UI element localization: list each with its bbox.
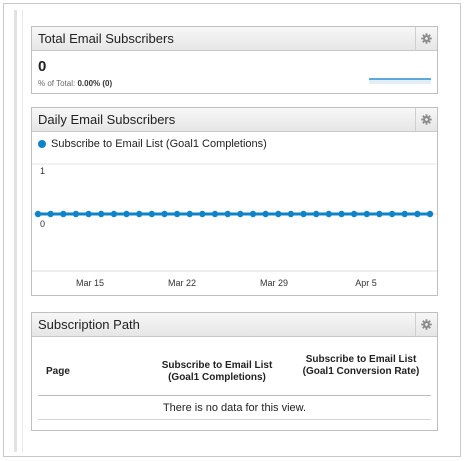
gear-icon [421,114,432,125]
data-point [300,210,307,218]
column-header-conversion-rate[interactable]: Subscribe to Email List (Goal1 Conversio… [296,354,426,378]
data-point [224,210,231,218]
left-divider-thin [22,10,23,452]
data-point [262,210,269,218]
data-point [199,210,206,218]
data-point [98,210,105,218]
total-subscribers-widget: Total Email Subscribers 0 % of Total: 0.… [31,26,438,94]
column-header-page[interactable]: Page [46,366,70,378]
empty-table-message: There is no data for this view. [38,397,431,420]
data-point [287,210,295,218]
y-tick-label: 0 [40,219,45,229]
line-chart: 1 0 Mar 15 Mar 22 Mar 29 Apr 5 [32,163,437,288]
data-point [34,210,42,218]
subscription-path-widget: Subscription Path Page Subscribe to Emai… [31,312,438,431]
percent-of-total: % of Total: 0.00% (0) [38,79,112,88]
widget-header: Total Email Subscribers [32,27,437,51]
data-point [123,210,130,218]
left-divider [14,10,17,452]
data-point [237,210,244,218]
data-point [363,210,370,218]
sparkline [369,78,431,84]
data-point [72,210,80,218]
data-point [414,210,421,218]
data-point [110,210,118,218]
data-point [60,210,67,218]
data-point [211,210,219,218]
widget-settings-button[interactable] [415,313,437,336]
x-tick-label: Apr 5 [355,278,377,288]
column-header-completions[interactable]: Subscribe to Email List (Goal1 Completio… [152,360,282,384]
x-tick-label: Mar 15 [76,278,104,288]
widget-settings-button[interactable] [415,108,437,131]
data-point [275,210,282,218]
data-point [136,210,143,218]
data-point [401,210,408,218]
data-point [426,210,434,218]
widget-header: Daily Email Subscribers [32,108,437,132]
table-header: Page Subscribe to Email List (Goal1 Comp… [38,351,431,396]
widget-title: Daily Email Subscribers [38,112,176,127]
widget-settings-button[interactable] [415,27,437,50]
percent-value: 0.00% (0) [77,79,113,88]
data-point [85,210,92,218]
y-tick-label: 1 [40,166,45,176]
data-point [313,210,320,218]
daily-subscribers-widget: Daily Email Subscribers Subscribe to Ema… [31,107,438,296]
widget-title: Total Email Subscribers [38,31,174,46]
data-point [161,210,168,218]
legend-marker [38,140,46,148]
percent-label: % of Total: [38,79,76,88]
data-point [376,210,383,218]
data-point [338,210,345,218]
data-point [388,210,396,218]
total-value: 0 [38,58,47,75]
data-point [148,210,155,218]
chart-legend[interactable]: Subscribe to Email List (Goal1 Completio… [38,138,267,150]
widget-header: Subscription Path [32,313,437,337]
data-point [173,210,181,218]
gear-icon [421,319,432,330]
widget-title: Subscription Path [38,317,140,332]
legend-label: Subscribe to Email List (Goal1 Completio… [51,138,267,150]
data-point [325,210,332,218]
data-point [249,210,257,218]
x-tick-label: Mar 29 [260,278,288,288]
gear-icon [421,33,432,44]
data-point [350,210,358,218]
x-tick-label: Mar 22 [168,278,196,288]
data-point [47,210,54,218]
data-point [186,210,193,218]
